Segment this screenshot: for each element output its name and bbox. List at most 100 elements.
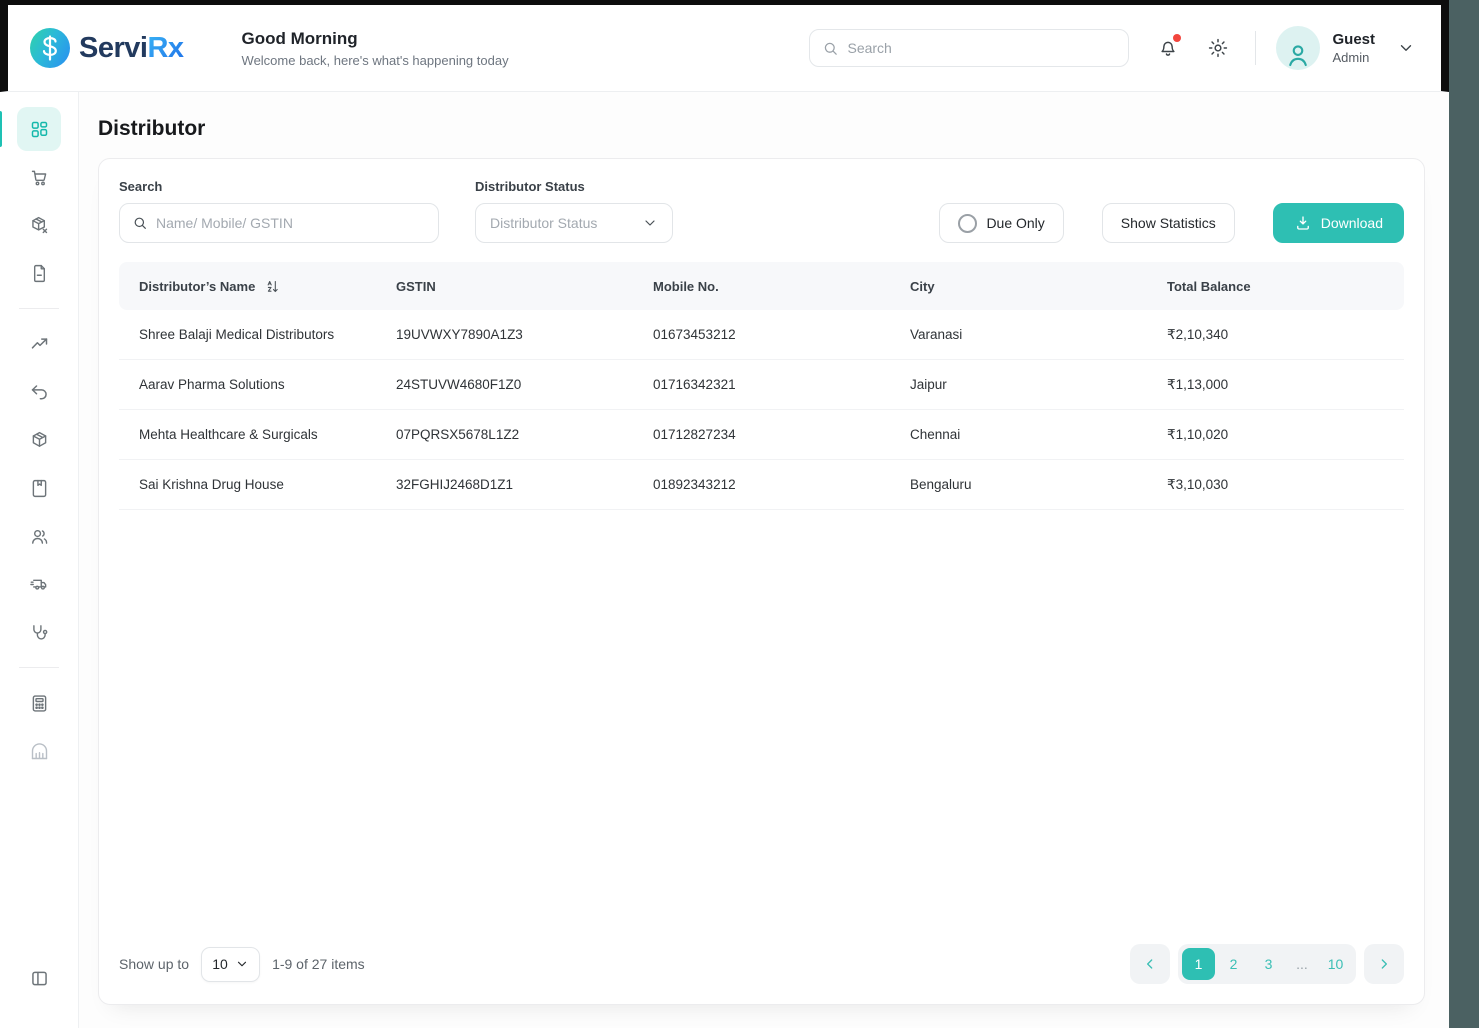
table-row[interactable]: Mehta Healthcare & Surgicals 07PQRSX5678…: [119, 410, 1404, 460]
sidebar-item-users[interactable]: [17, 514, 61, 558]
sidebar-item-returns[interactable]: [17, 370, 61, 414]
search-filter: Search: [119, 179, 439, 243]
package-icon: [29, 430, 50, 451]
page-button-2[interactable]: 2: [1217, 948, 1250, 980]
table-row[interactable]: Shree Balaji Medical Distributors 19UVWX…: [119, 310, 1404, 360]
radio-icon: [958, 214, 977, 233]
sidebar: [0, 92, 79, 1028]
sidebar-item-trending[interactable]: [17, 322, 61, 366]
due-only-toggle[interactable]: Due Only: [939, 203, 1063, 243]
greeting-title: Good Morning: [242, 29, 509, 49]
pages-ellipsis: ...: [1287, 956, 1317, 972]
global-search-input[interactable]: [847, 40, 1116, 56]
table-row[interactable]: Sai Krishna Drug House 32FGHIJ2468D1Z1 0…: [119, 460, 1404, 510]
sidebar-item-package[interactable]: [17, 418, 61, 462]
cell-balance: ₹1,13,000: [1147, 377, 1404, 393]
sidebar-item-calculator[interactable]: [17, 681, 61, 725]
search-icon: [822, 40, 839, 57]
user-menu[interactable]: Guest Admin: [1276, 26, 1415, 70]
notification-dot: [1173, 34, 1181, 42]
sidebar-item-document[interactable]: [17, 251, 61, 295]
page-size-select[interactable]: 10: [201, 947, 260, 982]
table-row[interactable]: Aarav Pharma Solutions 24STUVW4680F1Z0 0…: [119, 360, 1404, 410]
distributor-table: Distributor’s Name GSTIN Mobile No.: [119, 262, 1404, 510]
filters-row: Search Distributor Status: [119, 179, 1404, 243]
pagination: 1 2 3 ... 10: [1130, 944, 1404, 984]
cell-mobile: 01673453212: [633, 327, 890, 342]
page-size-value: 10: [212, 956, 228, 972]
distributor-status-select[interactable]: Distributor Status: [475, 203, 673, 243]
show-statistics-button[interactable]: Show Statistics: [1102, 203, 1235, 243]
page-numbers-group: 1 2 3 ... 10: [1178, 944, 1356, 984]
sidebar-collapse-button[interactable]: [17, 956, 61, 1000]
status-filter: Distributor Status Distributor Status: [475, 179, 673, 243]
users-icon: [29, 526, 50, 547]
chevron-down-icon: [642, 215, 658, 231]
user-info: Guest Admin: [1332, 31, 1375, 65]
cell-balance: ₹2,10,340: [1147, 327, 1404, 343]
status-filter-label: Distributor Status: [475, 179, 673, 194]
cell-mobile: 01716342321: [633, 377, 890, 392]
search-filter-label: Search: [119, 179, 439, 194]
cell-balance: ₹1,10,020: [1147, 427, 1404, 443]
next-page-button[interactable]: [1364, 944, 1404, 984]
user-icon: [1283, 40, 1313, 70]
sidebar-item-dashboard[interactable]: [17, 107, 61, 151]
distributor-search-input[interactable]: [156, 215, 426, 231]
download-button[interactable]: Download: [1273, 203, 1404, 243]
sidebar-divider: [19, 308, 59, 309]
column-header-city: City: [890, 279, 1147, 294]
book-icon: [29, 478, 50, 499]
due-only-label: Due Only: [986, 215, 1044, 231]
global-search[interactable]: [809, 29, 1129, 67]
page-title: Distributor: [98, 117, 1425, 141]
document-icon: [29, 263, 50, 284]
cell-city: Jaipur: [890, 377, 1147, 392]
chevron-down-icon: [235, 957, 249, 971]
stethoscope-icon: [29, 622, 50, 643]
search-icon: [132, 215, 148, 231]
rows-info: Show up to 10 1-9 of 27 items: [119, 947, 365, 982]
sidebar-item-truck[interactable]: [17, 562, 61, 606]
cell-balance: ₹3,10,030: [1147, 477, 1404, 493]
column-header-name: Distributor’s Name: [119, 279, 376, 294]
download-icon: [1294, 214, 1312, 232]
cell-gstin: 24STUVW4680F1Z0: [376, 377, 633, 392]
cell-name: Mehta Healthcare & Surgicals: [119, 427, 376, 442]
status-select-value: Distributor Status: [490, 215, 597, 231]
distributor-card: Search Distributor Status: [98, 158, 1425, 1005]
distributor-search-field[interactable]: [119, 203, 439, 243]
app-window: ServiRx Good Morning Welcome back, here'…: [0, 0, 1449, 1028]
sidebar-item-stethoscope[interactable]: [17, 610, 61, 654]
trending-up-icon: [29, 334, 50, 355]
brand-logo[interactable]: ServiRx: [30, 28, 184, 68]
page-button-3[interactable]: 3: [1252, 948, 1285, 980]
table-footer: Show up to 10 1-9 of 27 items 1: [119, 930, 1404, 984]
sidebar-divider: [19, 667, 59, 668]
truck-icon: [29, 574, 50, 595]
sidebar-item-cart[interactable]: [17, 155, 61, 199]
cell-city: Bengaluru: [890, 477, 1147, 492]
cart-icon: [29, 167, 50, 188]
sidebar-item-package-cancel[interactable]: [17, 203, 61, 247]
previous-page-button[interactable]: [1130, 944, 1170, 984]
column-header-balance: Total Balance: [1147, 279, 1404, 294]
settings-button[interactable]: [1205, 35, 1231, 61]
sidebar-item-reports[interactable]: [17, 729, 61, 773]
greeting-subtitle: Welcome back, here's what's happening to…: [242, 53, 509, 68]
page-button-10[interactable]: 10: [1319, 948, 1352, 980]
chevron-right-icon: [1376, 956, 1392, 972]
sort-az-icon[interactable]: [265, 279, 280, 294]
cell-name: Shree Balaji Medical Distributors: [119, 327, 376, 342]
undo-icon: [29, 382, 50, 403]
cell-mobile: 01712827234: [633, 427, 890, 442]
column-header-gstin: GSTIN: [376, 279, 633, 294]
show-statistics-label: Show Statistics: [1121, 215, 1216, 231]
calculator-icon: [29, 693, 50, 714]
table-header-row: Distributor’s Name GSTIN Mobile No.: [119, 262, 1404, 310]
package-cancel-icon: [29, 215, 50, 236]
page-button-1[interactable]: 1: [1182, 948, 1215, 980]
bar-chart-icon: [29, 741, 50, 762]
notifications-button[interactable]: [1155, 35, 1181, 61]
sidebar-item-book[interactable]: [17, 466, 61, 510]
